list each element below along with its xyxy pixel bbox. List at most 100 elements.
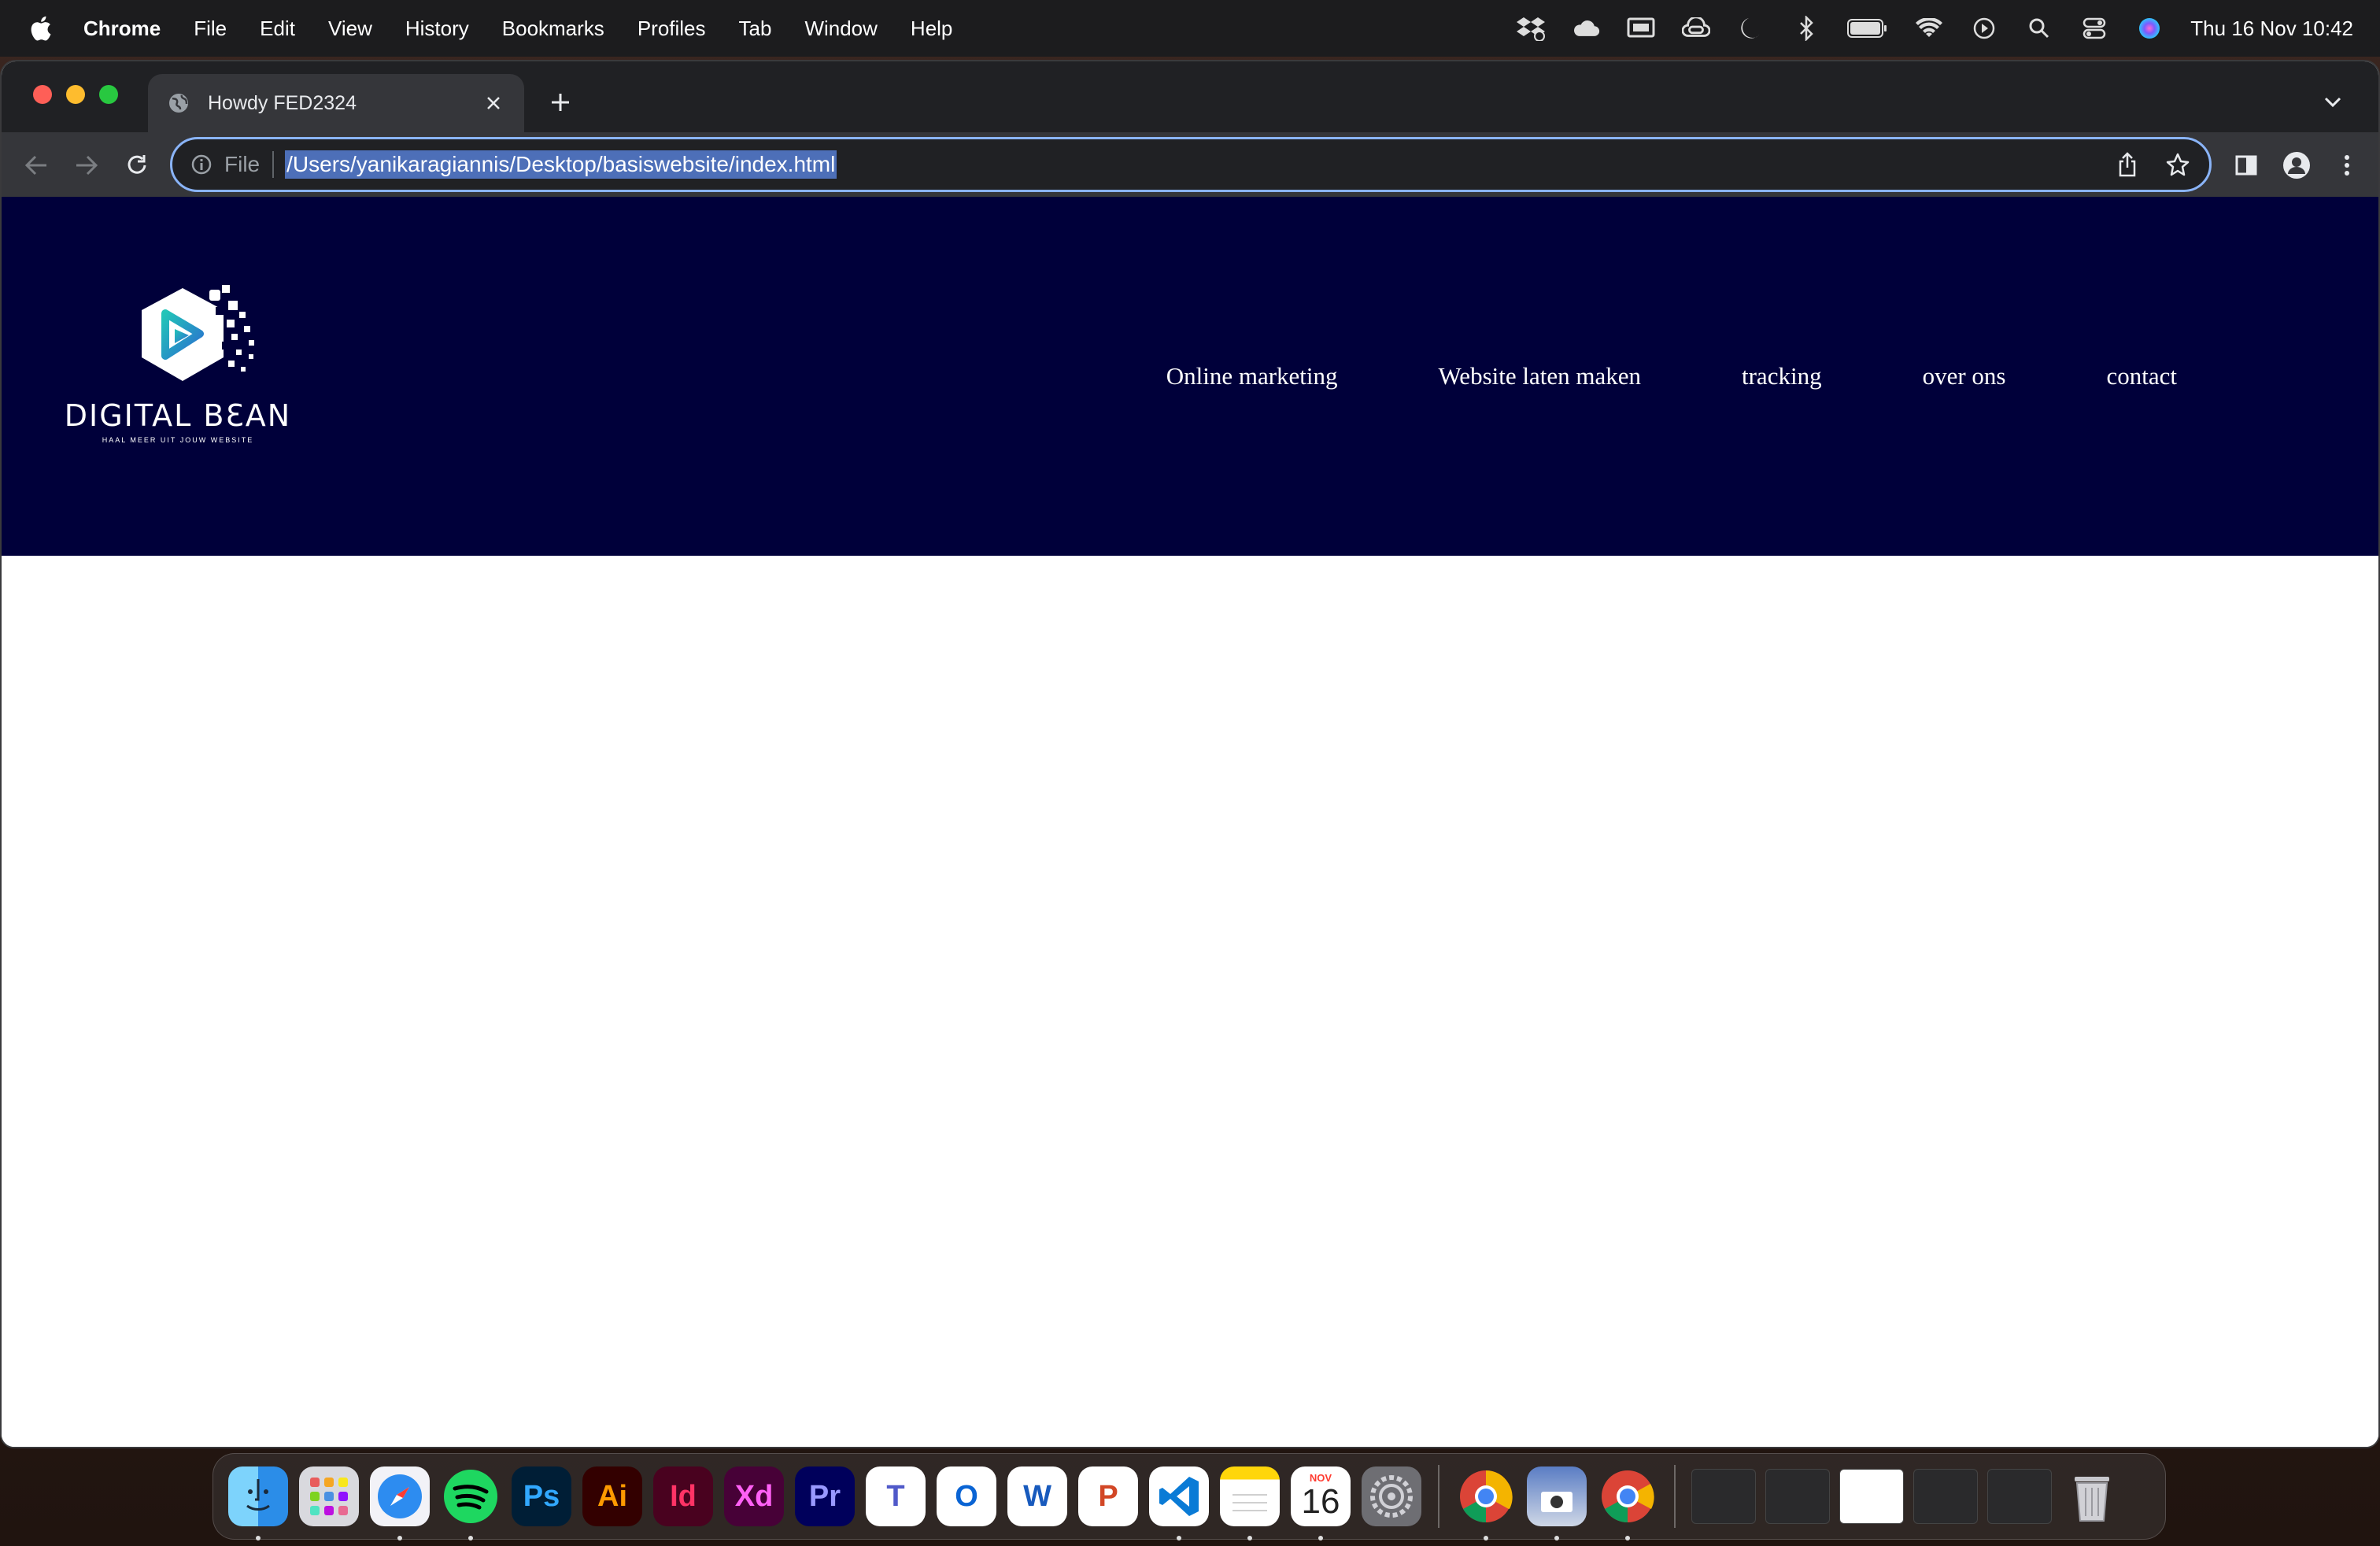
menu-profiles[interactable]: Profiles: [638, 17, 706, 41]
dock-premiere[interactable]: Pr: [795, 1466, 855, 1526]
dock-chrome-secondary[interactable]: [1598, 1466, 1658, 1540]
moon-icon[interactable]: [1737, 14, 1765, 43]
vscode-icon: [1159, 1477, 1199, 1516]
dock-safari[interactable]: [370, 1466, 430, 1540]
control-center-icon[interactable]: [2080, 14, 2108, 43]
new-tab-button[interactable]: [545, 87, 576, 118]
close-icon[interactable]: [482, 91, 505, 115]
menu-history[interactable]: History: [405, 17, 469, 41]
play-icon[interactable]: [1970, 14, 1998, 43]
site-logo[interactable]: DIGITAL BƐAN HAAL MEER UIT JOUW WEBSITE: [60, 285, 296, 444]
star-icon[interactable]: [2164, 150, 2192, 179]
trash-icon: [2075, 1477, 2109, 1522]
calendar-day: 16: [1301, 1482, 1340, 1521]
chrome-icon: [1602, 1470, 1654, 1523]
dock-chrome[interactable]: [1456, 1466, 1516, 1540]
menu-bar: Chrome File Edit View History Bookmarks …: [0, 0, 2380, 57]
bluetooth-icon[interactable]: [1792, 14, 1820, 43]
cloud-icon[interactable]: [1572, 14, 1600, 43]
apple-icon[interactable]: [28, 13, 57, 44]
dock-preview[interactable]: [1527, 1466, 1587, 1540]
notes-icon: [1232, 1494, 1267, 1511]
address-divider: [272, 151, 275, 178]
page-body: [2, 556, 2378, 1447]
web-page: DIGITAL BƐAN HAAL MEER UIT JOUW WEBSITE …: [2, 197, 2378, 1447]
logo-mark-icon: [142, 285, 254, 381]
side-panel-icon[interactable]: [2230, 150, 2262, 181]
launchpad-icon: [310, 1478, 348, 1515]
dock-system-settings[interactable]: [1362, 1466, 1421, 1526]
dock-powerpoint[interactable]: P: [1078, 1466, 1138, 1526]
more-menu-icon[interactable]: [2331, 150, 2363, 181]
profile-avatar-icon[interactable]: [2281, 150, 2312, 181]
share-icon[interactable]: [2113, 150, 2142, 179]
dock-divider: [1438, 1465, 1439, 1528]
dock-trash[interactable]: [2062, 1466, 2122, 1526]
screen-mirror-icon[interactable]: [1627, 14, 1655, 43]
logo-text: DIGITAL BƐAN: [64, 398, 292, 433]
back-button[interactable]: [20, 150, 52, 181]
menu-app-name[interactable]: Chrome: [83, 17, 161, 41]
siri-icon[interactable]: [2135, 14, 2164, 43]
dock-indesign[interactable]: Id: [653, 1466, 713, 1526]
finder-icon: [246, 1479, 270, 1511]
dock-illustrator[interactable]: Ai: [582, 1466, 642, 1526]
battery-icon[interactable]: [1847, 14, 1888, 43]
spotify-icon: [444, 1470, 497, 1523]
dock-divider: [1674, 1465, 1676, 1528]
window-zoom-button[interactable]: [99, 85, 118, 104]
address-bar[interactable]: File /Users/yanikaragiannis/Desktop/basi…: [170, 137, 2212, 192]
nav-link-online-marketing[interactable]: Online marketing: [1166, 362, 1338, 390]
wifi-icon[interactable]: [1915, 14, 1943, 43]
dock-vscode[interactable]: [1149, 1466, 1209, 1540]
menu-file[interactable]: File: [194, 17, 227, 41]
tab-title: Howdy FED2324: [208, 91, 357, 114]
window-minimize-button[interactable]: [66, 85, 85, 104]
dock-launchpad[interactable]: [299, 1466, 359, 1526]
menu-window[interactable]: Window: [804, 17, 877, 41]
menu-tab[interactable]: Tab: [739, 17, 772, 41]
dock-outlook[interactable]: O: [937, 1466, 996, 1526]
dock-spotify[interactable]: [441, 1466, 501, 1540]
dock-xd[interactable]: Xd: [724, 1466, 784, 1526]
gear-icon: [1370, 1475, 1413, 1518]
nav-link-contact[interactable]: contact: [2106, 362, 2177, 390]
dock: Ps Ai Id Xd Pr T O W P NOV 16: [213, 1453, 2166, 1540]
forward-button[interactable]: [71, 150, 102, 181]
address-url[interactable]: /Users/yanikaragiannis/Desktop/basiswebs…: [285, 150, 837, 179]
dock-photoshop[interactable]: Ps: [512, 1466, 571, 1526]
dock-finder[interactable]: [228, 1466, 288, 1540]
creative-cloud-icon[interactable]: [1682, 14, 1711, 43]
minimized-window-spotify[interactable]: [1691, 1469, 1756, 1524]
tab-active[interactable]: Howdy FED2324: [148, 74, 524, 132]
menu-edit[interactable]: Edit: [260, 17, 295, 41]
minimized-window-chrome[interactable]: [1839, 1469, 1904, 1524]
menu-help[interactable]: Help: [911, 17, 952, 41]
window-close-button[interactable]: [33, 85, 52, 104]
site-header: DIGITAL BƐAN HAAL MEER UIT JOUW WEBSITE …: [2, 197, 2378, 556]
menu-view[interactable]: View: [328, 17, 372, 41]
reload-button[interactable]: [121, 150, 153, 181]
tab-strip: Howdy FED2324: [2, 61, 2378, 132]
info-icon[interactable]: [190, 153, 213, 176]
site-nav: Online marketing Website laten maken tra…: [1166, 362, 2177, 390]
dock-notes[interactable]: [1220, 1466, 1280, 1540]
search-icon[interactable]: [2025, 14, 2053, 43]
minimized-window-finder[interactable]: [1913, 1469, 1978, 1524]
dock-calendar[interactable]: NOV 16: [1291, 1466, 1351, 1540]
nav-link-website-laten-maken[interactable]: Website laten maken: [1439, 362, 1641, 390]
dropbox-icon[interactable]: [1517, 14, 1546, 43]
minimized-window-calendar[interactable]: [1765, 1469, 1830, 1524]
nav-link-tracking[interactable]: tracking: [1742, 362, 1822, 390]
chrome-icon: [1460, 1470, 1513, 1523]
dock-word[interactable]: W: [1007, 1466, 1067, 1526]
minimized-window-teams[interactable]: [1987, 1469, 2052, 1524]
window-controls: [33, 85, 118, 104]
menubar-clock[interactable]: Thu 16 Nov 10:42: [2190, 17, 2353, 41]
chevron-down-icon[interactable]: [2319, 88, 2347, 117]
preview-icon: [1541, 1492, 1572, 1512]
dock-teams[interactable]: T: [866, 1466, 926, 1526]
nav-link-over-ons[interactable]: over ons: [1923, 362, 2006, 390]
menu-bookmarks[interactable]: Bookmarks: [502, 17, 604, 41]
browser-toolbar: File /Users/yanikaragiannis/Desktop/basi…: [2, 132, 2378, 197]
